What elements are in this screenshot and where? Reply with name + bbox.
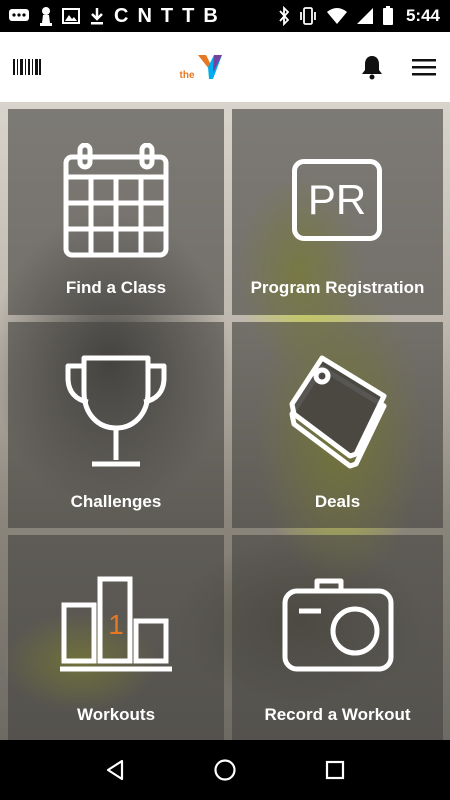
signal-icon [356, 7, 374, 25]
system-nav-bar [0, 740, 450, 800]
chat-icon [8, 7, 30, 25]
program-registration-tile[interactable]: PR Program Registration [232, 109, 443, 315]
chess-pawn-icon [39, 6, 53, 26]
workouts-tile[interactable]: 1 Workouts [8, 535, 224, 740]
home-icon[interactable] [213, 758, 237, 782]
home-grid: Find a Class PR Program Registration Cha… [0, 102, 450, 740]
notification-letter: C [114, 5, 129, 27]
camera-icon [282, 578, 394, 672]
recents-icon[interactable] [324, 759, 346, 781]
status-bar: C N T T B 5:44 [0, 0, 450, 32]
pr-icon-text: PR [307, 176, 367, 223]
notification-letter: N [137, 5, 152, 27]
wifi-icon [326, 7, 348, 25]
trophy-icon [65, 355, 167, 467]
notification-letter: T [182, 5, 195, 27]
image-icon [62, 7, 80, 25]
y-logo-icon [197, 55, 222, 79]
find-a-class-tile[interactable]: Find a Class [8, 109, 224, 315]
ymca-logo: the [180, 53, 223, 81]
tile-label: Workouts [76, 705, 156, 724]
tile-label: Program Registration [250, 278, 425, 297]
tile-label: Deals [314, 492, 361, 511]
download-icon [89, 6, 105, 26]
menu-icon[interactable] [412, 57, 436, 77]
tags-icon [289, 355, 387, 469]
challenges-tile[interactable]: Challenges [8, 322, 224, 528]
back-icon[interactable] [104, 758, 126, 782]
vibrate-icon [298, 6, 318, 26]
barcode-icon[interactable] [12, 57, 42, 77]
calendar-icon [63, 143, 169, 258]
system-icons: 5:44 [278, 6, 440, 26]
bell-icon[interactable] [360, 54, 384, 80]
tile-label: Find a Class [65, 278, 167, 297]
pr-icon: PR [292, 159, 382, 241]
notification-letter: B [203, 5, 218, 27]
logo-text: the [179, 70, 195, 81]
battery-icon [382, 6, 394, 26]
tile-label: Record a Workout [264, 705, 411, 724]
tile-label: Challenges [70, 492, 162, 511]
podium-number: 1 [108, 609, 124, 640]
record-a-workout-tile[interactable]: Record a Workout [232, 535, 443, 740]
bluetooth-icon [278, 6, 290, 26]
clock: 5:44 [405, 6, 440, 25]
notification-icons: C N T T B [8, 6, 218, 26]
deals-tile[interactable]: Deals [232, 322, 443, 528]
notification-letter: T [160, 5, 174, 27]
app-bar: the [0, 32, 450, 102]
